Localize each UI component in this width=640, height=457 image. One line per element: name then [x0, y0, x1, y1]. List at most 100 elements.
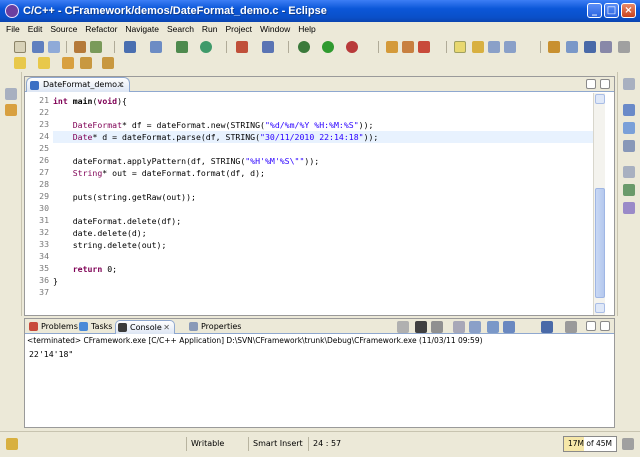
external-tools-icon[interactable] [346, 41, 358, 53]
run-icon[interactable] [322, 41, 334, 53]
code-line[interactable]: } [53, 275, 593, 287]
code-line[interactable]: string.delete(out); [53, 239, 593, 251]
breakpoints-icon[interactable] [623, 202, 635, 214]
menu-run[interactable]: Run [198, 24, 222, 34]
code-line[interactable]: ​ [53, 203, 593, 215]
project-explorer-icon[interactable] [5, 104, 17, 116]
code-line[interactable]: ​ [53, 107, 593, 119]
open-type-icon[interactable] [386, 41, 398, 53]
previous-annotation-icon[interactable] [38, 57, 50, 69]
debug-icon[interactable] [298, 41, 310, 53]
new-icon[interactable] [14, 41, 26, 53]
scroll-up-arrow[interactable] [595, 94, 605, 104]
last-edit-icon[interactable] [62, 57, 74, 69]
garbage-collect-icon[interactable] [622, 438, 634, 450]
code-line[interactable]: puts(string.getRaw(out)); [53, 191, 593, 203]
scroll-thumb[interactable] [595, 188, 605, 298]
new-file-icon[interactable] [150, 41, 162, 53]
variables-icon[interactable] [623, 184, 635, 196]
search-icon[interactable] [418, 41, 430, 53]
code-area[interactable]: int main(void){​ DateFormat* df = dateFo… [53, 93, 593, 315]
maximize-button[interactable]: □ [604, 3, 619, 18]
restore-icon[interactable] [623, 166, 635, 178]
new-folder-icon[interactable] [200, 41, 212, 53]
pin-console-icon[interactable] [487, 321, 499, 333]
menu-search[interactable]: Search [163, 24, 198, 34]
back-icon[interactable] [80, 57, 92, 69]
tab-problems[interactable]: Problems [27, 320, 78, 334]
tab-tasks[interactable]: Tasks [77, 320, 115, 334]
build-icon[interactable] [74, 41, 86, 53]
new-class-icon[interactable] [176, 41, 188, 53]
code-line[interactable]: dateFormat.applyPattern(df, STRING("%H'%… [53, 155, 593, 167]
perspective-svn-icon[interactable] [600, 41, 612, 53]
code-line[interactable]: ​ [53, 287, 593, 299]
code-line[interactable]: DateFormat* df = dateFormat.new(STRING("… [53, 119, 593, 131]
code-line[interactable]: ​ [53, 143, 593, 155]
include-browser-icon[interactable] [623, 140, 635, 152]
terminate-icon[interactable] [397, 321, 409, 333]
close-tab-icon[interactable]: ✕ [163, 321, 170, 334]
target-icon[interactable] [262, 41, 274, 53]
code-line[interactable]: dateFormat.delete(df); [53, 215, 593, 227]
block-selection-icon[interactable] [504, 41, 516, 53]
code-line[interactable]: int main(void){ [53, 95, 593, 107]
menu-source[interactable]: Source [46, 24, 81, 34]
mark-occurrences-icon[interactable] [472, 41, 484, 53]
remove-launch-icon[interactable] [415, 321, 427, 333]
show-whitespace-icon[interactable] [488, 41, 500, 53]
tab-properties[interactable]: Properties [187, 320, 243, 334]
make-targets-icon[interactable] [623, 122, 635, 134]
hammer-icon[interactable] [236, 41, 248, 53]
perspective-cpp-icon[interactable] [548, 41, 560, 53]
tab-console[interactable]: Console ✕ [115, 320, 175, 334]
minimize-button[interactable]: _ [587, 3, 602, 18]
menu-help[interactable]: Help [294, 24, 319, 34]
display-selected-console-icon[interactable] [503, 321, 515, 333]
forward-icon[interactable] [102, 57, 114, 69]
restore-icon[interactable] [5, 88, 17, 100]
menu-refactor[interactable]: Refactor [81, 24, 121, 34]
view-menu-icon[interactable] [565, 321, 577, 333]
heap-status[interactable]: 17M of 45M [563, 436, 617, 452]
open-perspective-icon[interactable] [618, 41, 630, 53]
restore-icon[interactable] [623, 78, 635, 90]
annotation-icon[interactable] [454, 41, 466, 53]
menu-navigate[interactable]: Navigate [121, 24, 163, 34]
minimize-panel-icon[interactable] [586, 321, 596, 331]
maximize-editor-icon[interactable] [600, 79, 610, 89]
remove-all-terminated-icon[interactable] [431, 321, 443, 333]
code-line[interactable]: String* out = dateFormat.format(df, d); [53, 167, 593, 179]
next-annotation-icon[interactable] [14, 57, 26, 69]
build-all-icon[interactable] [90, 41, 102, 53]
tab-dateformat-demo[interactable]: DateFormat_demo.c ✕ [26, 77, 130, 92]
outline-icon[interactable] [623, 104, 635, 116]
minimize-editor-icon[interactable] [586, 79, 596, 89]
scroll-lock-icon[interactable] [469, 321, 481, 333]
perspective-team-icon[interactable] [584, 41, 596, 53]
menu-file[interactable]: File [2, 24, 24, 34]
perspective-debug-icon[interactable] [566, 41, 578, 53]
open-console-icon[interactable] [541, 321, 553, 333]
menu-window[interactable]: Window [256, 24, 294, 34]
menu-edit[interactable]: Edit [24, 24, 47, 34]
code-line[interactable]: Date* d = dateFormat.parse(df, STRING("3… [53, 131, 593, 143]
code-line[interactable]: date.delete(d); [53, 227, 593, 239]
console-output[interactable]: 22'14'18" [29, 349, 73, 359]
open-element-icon[interactable] [402, 41, 414, 53]
close-tab-icon[interactable]: ✕ [117, 78, 124, 92]
clear-console-icon[interactable] [453, 321, 465, 333]
fast-view-icon[interactable] [6, 438, 18, 450]
menu-project[interactable]: Project [222, 24, 256, 34]
code-line[interactable]: return 0; [53, 263, 593, 275]
code-line[interactable]: ​ [53, 251, 593, 263]
status-insert-mode: Smart Insert [248, 437, 310, 451]
close-button[interactable]: × [621, 3, 636, 18]
editor-vertical-scrollbar[interactable] [593, 93, 605, 315]
code-line[interactable]: ​ [53, 179, 593, 191]
new-project-icon[interactable] [124, 41, 136, 53]
print-icon[interactable] [48, 41, 60, 53]
scroll-down-arrow[interactable] [595, 303, 605, 313]
maximize-panel-icon[interactable] [600, 321, 610, 331]
save-icon[interactable] [32, 41, 44, 53]
